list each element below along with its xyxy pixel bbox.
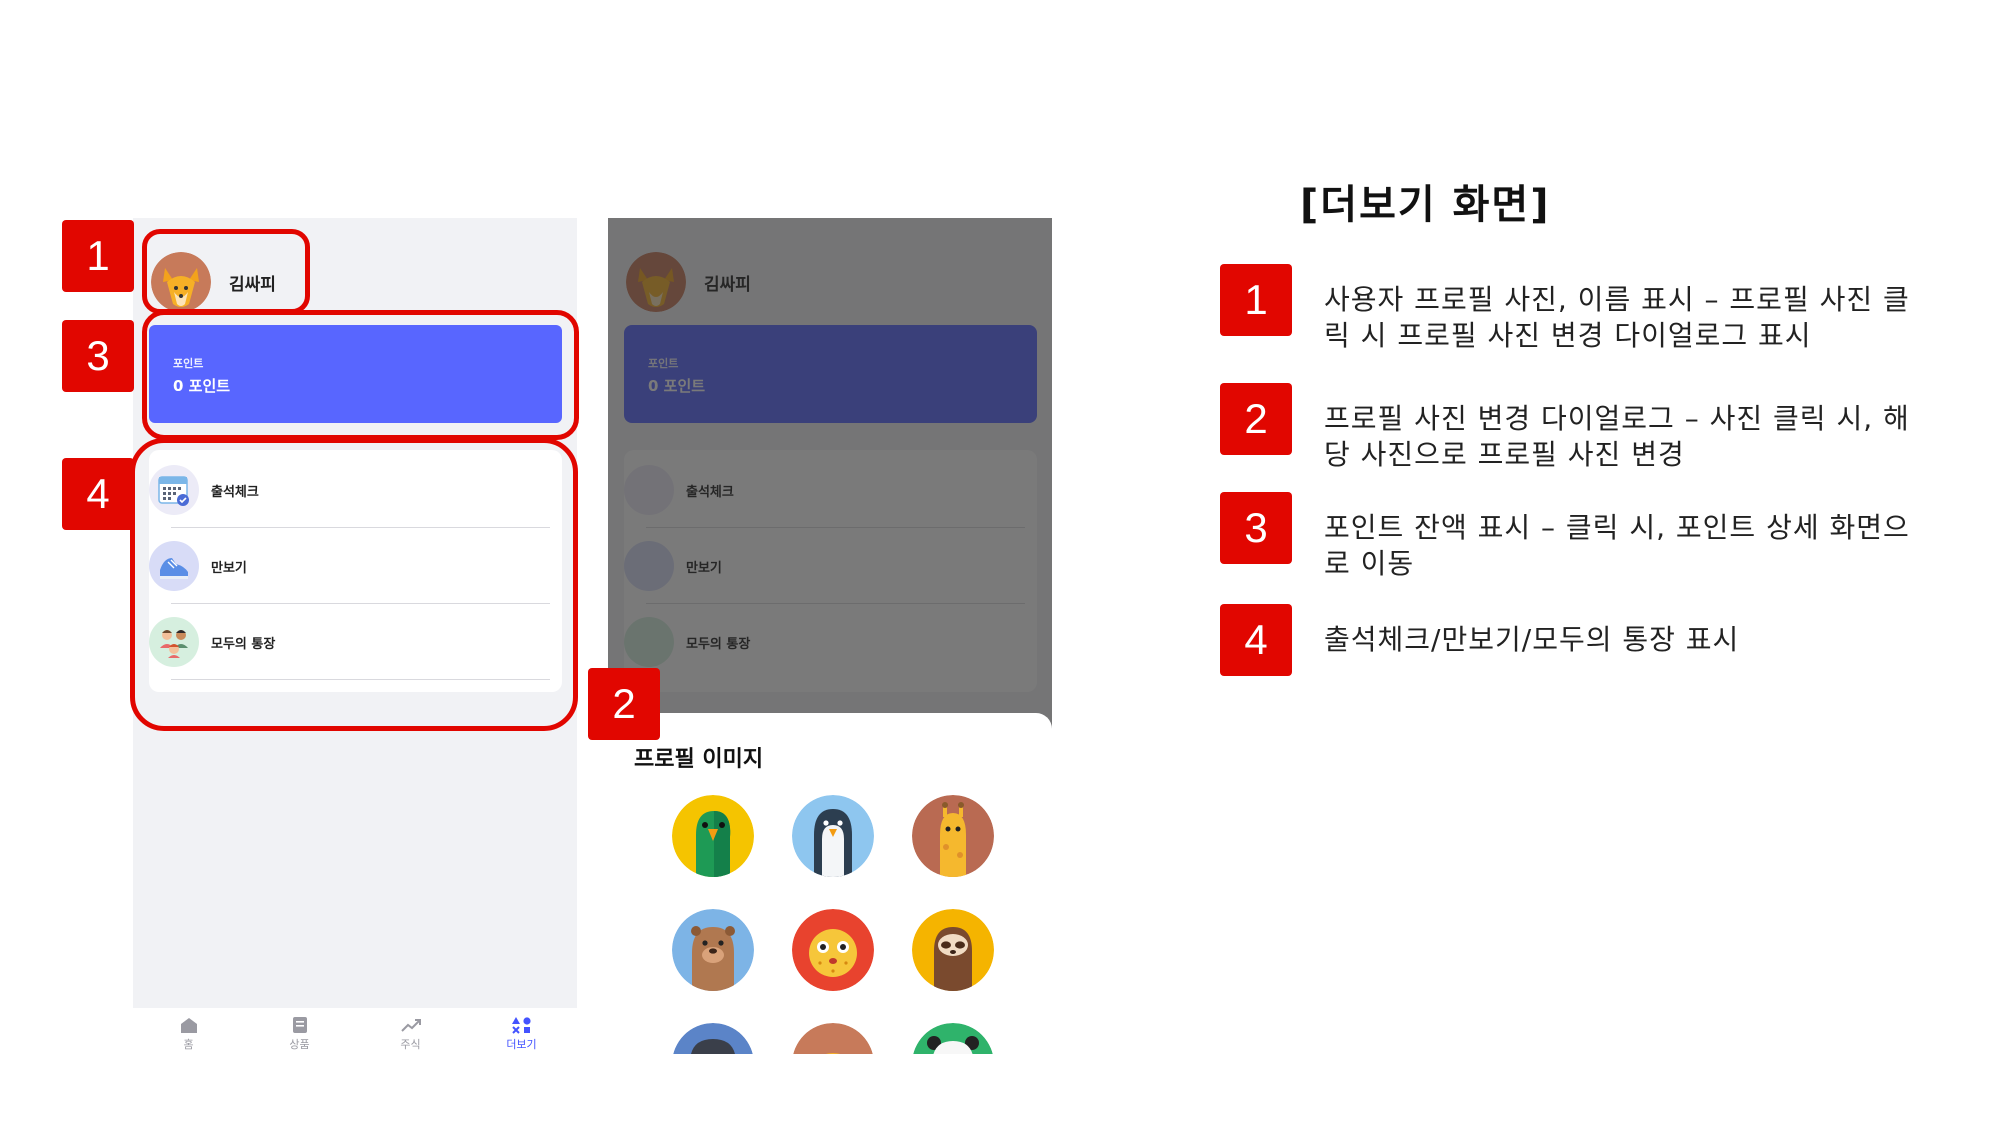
document-icon (292, 1017, 307, 1033)
profile-option-panda[interactable] (912, 1023, 994, 1054)
pufferfish-icon (792, 909, 874, 991)
sheet-title: 프로필 이미지 (634, 747, 764, 772)
profile-image-dialog-screen: 김싸피 포인트 0 포인트 출석체크 만보기 모두의 통장 프로필 이미지 (608, 218, 1052, 1054)
tab-label: 더보기 (506, 1038, 537, 1051)
chart-trend-icon (400, 1019, 421, 1032)
callout-badge-1: 1 (62, 220, 134, 292)
parrot-icon (672, 795, 754, 877)
legend-badge: 4 (1220, 604, 1292, 676)
otter-icon (672, 909, 754, 991)
legend-text: 포인트 잔액 표시 – 클릭 시, 포인트 상세 화면으로 이동 (1324, 511, 1910, 580)
tab-label: 상품 (289, 1038, 310, 1051)
profile-option-giraffe[interactable] (912, 795, 994, 877)
profile-option-pufferfish[interactable] (792, 909, 874, 991)
more-grid-icon (511, 1017, 531, 1034)
gorilla-icon (673, 1023, 753, 1054)
page-title: [더보기 화면] (1300, 182, 1551, 228)
callout-badge-2: 2 (588, 668, 660, 740)
profile-option-fox[interactable] (792, 1023, 874, 1054)
profile-option-penguin[interactable] (792, 795, 874, 877)
legend-text: 프로필 사진 변경 다이얼로그 – 사진 클릭 시, 해당 사진으로 프로필 사… (1324, 402, 1910, 471)
callout-badge-4: 4 (62, 458, 134, 530)
legend-badge: 2 (1220, 383, 1292, 455)
legend-text: 사용자 프로필 사진, 이름 표시 – 프로필 사진 클릭 시 프로필 사진 변… (1324, 283, 1910, 352)
fox-icon (793, 1023, 873, 1054)
legend-badge: 3 (1220, 492, 1292, 564)
home-icon (180, 1018, 197, 1033)
callout-badge-3: 3 (62, 320, 134, 392)
tab-label: 주식 (400, 1038, 421, 1051)
legend-item-2: 2 프로필 사진 변경 다이얼로그 – 사진 클릭 시, 해당 사진으로 프로필… (1220, 383, 1909, 471)
bottom-tab-bar: 홈 상품 주식 더보기 (133, 1008, 577, 1062)
highlight-points (142, 310, 579, 440)
penguin-icon (792, 795, 874, 877)
panda-icon (913, 1023, 993, 1054)
profile-option-otter[interactable] (672, 909, 754, 991)
legend-item-4: 4 출석체크/만보기/모두의 통장 표시 (1220, 604, 1738, 676)
profile-option-parrot[interactable] (672, 795, 754, 877)
tab-products[interactable]: 상품 (244, 1008, 355, 1062)
highlight-menu (130, 438, 578, 731)
profile-option-sloth[interactable] (912, 909, 994, 991)
tab-label: 홈 (183, 1038, 194, 1051)
giraffe-icon (912, 795, 994, 877)
highlight-profile (142, 229, 310, 314)
tab-more[interactable]: 더보기 (466, 1008, 577, 1062)
sloth-icon (912, 909, 994, 991)
legend-item-1: 1 사용자 프로필 사진, 이름 표시 – 프로필 사진 클릭 시 프로필 사진… (1220, 264, 1909, 352)
legend-badge: 1 (1220, 264, 1292, 336)
legend-item-3: 3 포인트 잔액 표시 – 클릭 시, 포인트 상세 화면으로 이동 (1220, 492, 1909, 580)
tab-stocks[interactable]: 주식 (355, 1008, 466, 1062)
tab-home[interactable]: 홈 (133, 1008, 244, 1062)
legend-text: 출석체크/만보기/모두의 통장 표시 (1324, 623, 1740, 656)
profile-option-gorilla[interactable] (672, 1023, 754, 1054)
profile-image-sheet: 프로필 이미지 (608, 713, 1052, 1054)
